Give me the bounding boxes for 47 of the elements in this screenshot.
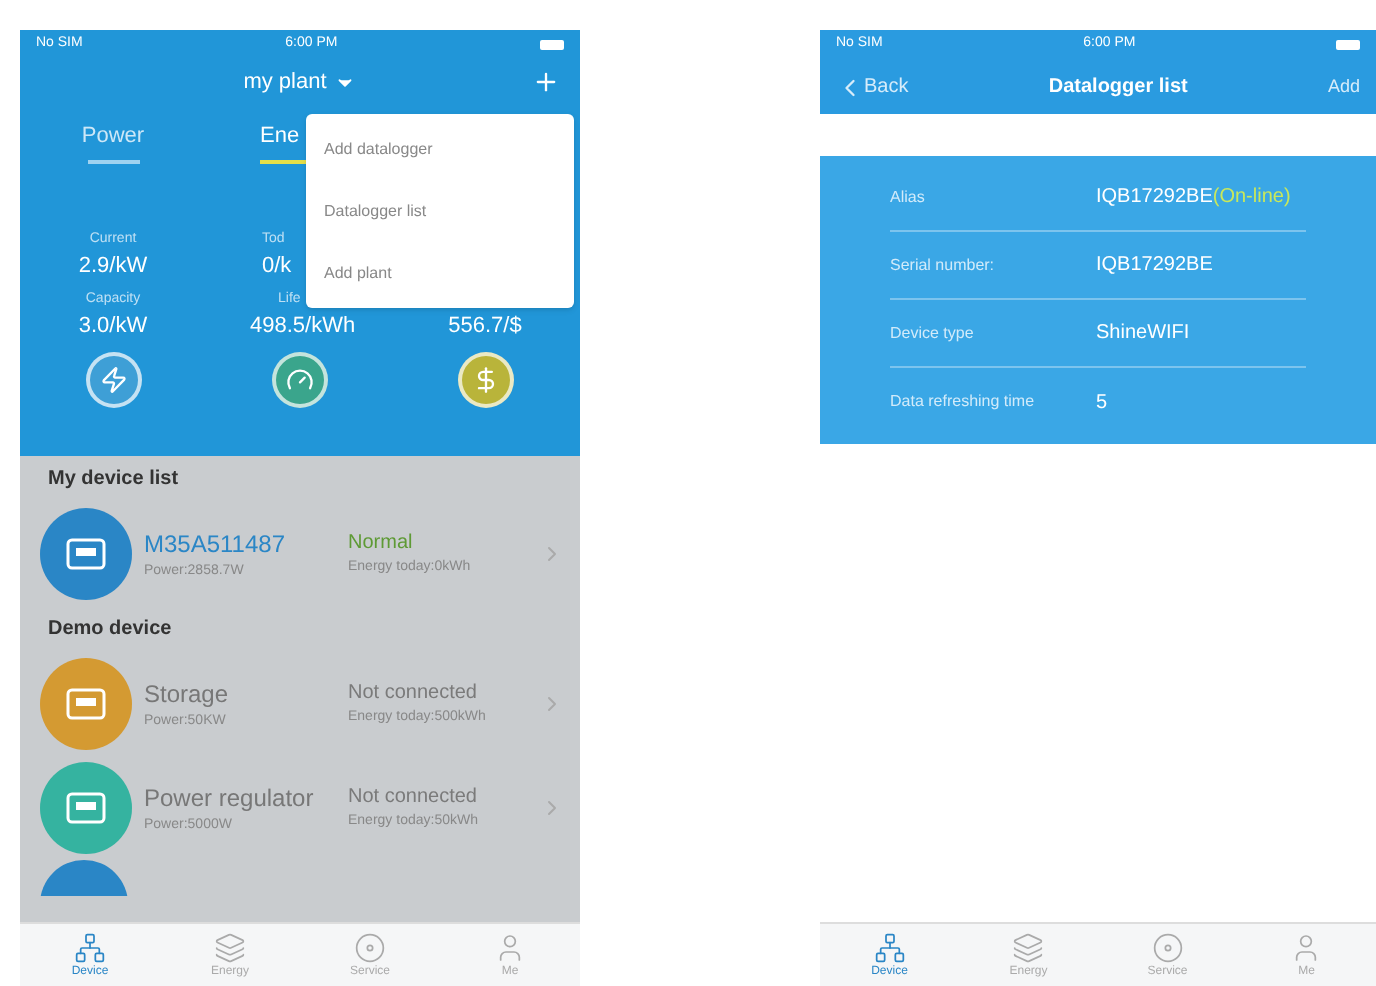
device-icon xyxy=(66,538,106,570)
battery-icon xyxy=(1335,40,1360,50)
device-status: Not connected xyxy=(348,784,479,813)
back-button[interactable]: Back xyxy=(836,72,909,102)
tab-icon xyxy=(74,931,106,963)
datalogger-card[interactable]: Alias IQB17292BE(On-line) Serial number: IQB17292BE Device type ShineWIFI Data refreshing time 5 xyxy=(820,156,1376,444)
stat-icon[interactable] xyxy=(457,351,513,407)
field-value: IQB17292BE xyxy=(1096,252,1213,280)
section-title: Demo device xyxy=(46,616,174,644)
field-label: Alias xyxy=(890,185,927,209)
field-value: ShineWIFI xyxy=(1096,320,1190,348)
tab-icon xyxy=(494,931,526,963)
device-name: M35A511487 xyxy=(144,527,287,562)
menu-item[interactable]: Add datalogger xyxy=(306,118,574,180)
stat-value: 498.5/kWh xyxy=(250,312,356,342)
menu-item[interactable]: Add plant xyxy=(306,242,574,304)
menu-item[interactable]: Datalogger list xyxy=(306,180,574,242)
tab-icon xyxy=(1012,931,1045,963)
stat-icon[interactable] xyxy=(271,351,327,407)
online-status: (On-line) xyxy=(1212,184,1291,212)
field-label: Device type xyxy=(890,321,976,345)
add-icon[interactable] xyxy=(532,68,560,96)
field-value: IQB17292BE xyxy=(1096,184,1213,212)
field-label: Serial number: xyxy=(890,253,997,277)
section-title: My device list xyxy=(46,466,181,494)
screen-title: Datalogger list xyxy=(1048,74,1188,102)
plant-selector[interactable]: my plant xyxy=(243,65,357,99)
device-icon xyxy=(66,688,106,720)
tab[interactable]: Power xyxy=(20,120,206,163)
stat-value: 3.0/kW xyxy=(78,312,148,342)
device-name: Power regulator xyxy=(144,781,316,816)
device-icon xyxy=(66,792,106,824)
device-status: Normal xyxy=(348,530,415,559)
tab-icon xyxy=(214,931,246,963)
stat-value: 556.7/$ xyxy=(448,312,522,342)
device-status: Not connected xyxy=(348,680,479,709)
field-label: Data refreshing time xyxy=(890,390,1037,414)
stat-value: 2.9/kW xyxy=(78,252,148,282)
tab-icon xyxy=(1151,931,1184,963)
stat-value: 0/k xyxy=(262,252,292,282)
device-name: Storage xyxy=(144,677,231,712)
tab-icon xyxy=(354,931,386,963)
stat-icon[interactable] xyxy=(85,351,141,407)
tab-icon xyxy=(873,931,906,963)
add-button[interactable]: Add xyxy=(1327,73,1360,101)
field-value: 5 xyxy=(1096,389,1108,417)
battery-icon xyxy=(539,40,564,50)
